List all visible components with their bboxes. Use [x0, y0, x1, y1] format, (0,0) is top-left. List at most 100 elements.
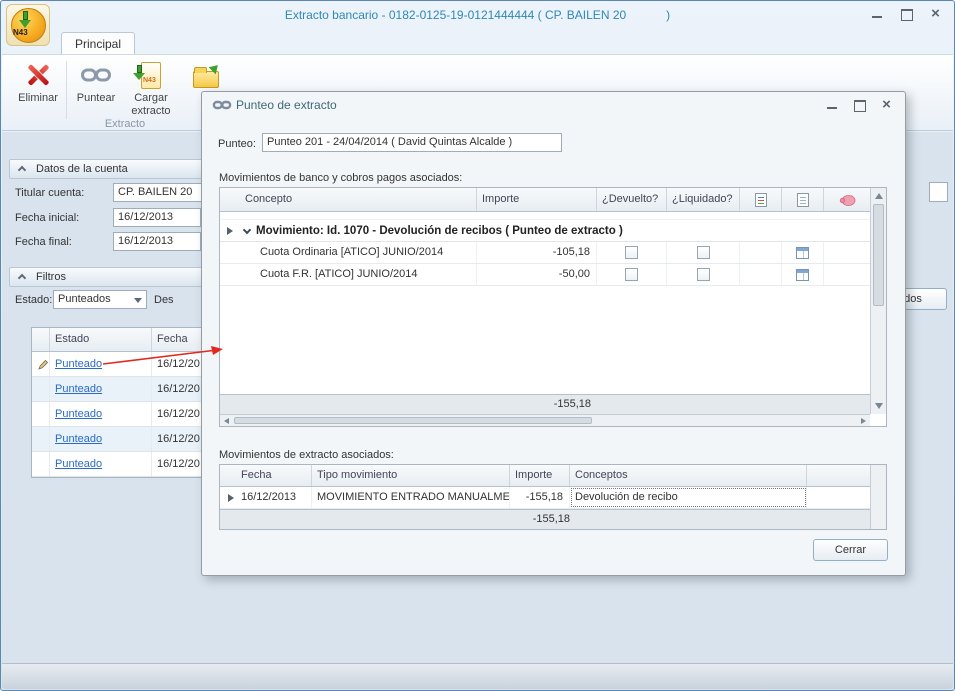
- row-indicator-header: [32, 328, 50, 351]
- punteado-link[interactable]: Punteado: [55, 383, 102, 395]
- table-row[interactable]: Cuota Ordinaria [ATICO] JUNIO/2014 -105,…: [220, 242, 870, 264]
- estado-select-value: Punteados: [58, 293, 111, 305]
- chain-link-icon: [80, 65, 112, 85]
- dropdown-arrow-icon: [134, 298, 142, 303]
- main-titlebar: Extracto bancario - 0182-0125-19-0121444…: [1, 1, 954, 29]
- column-header-report[interactable]: [740, 188, 782, 211]
- punteado-link[interactable]: Punteado: [55, 358, 102, 370]
- collapse-chevron-icon: [18, 274, 26, 282]
- column-header-fecha[interactable]: Fecha: [236, 465, 312, 486]
- column-header-tipo-movimiento[interactable]: Tipo movimiento: [312, 465, 510, 486]
- vertical-scrollbar[interactable]: [870, 465, 886, 529]
- punteado-link[interactable]: Punteado: [55, 433, 102, 445]
- tipo-movimiento-cell: MOVIMIENTO ENTRADO MANUALMENTE: [312, 487, 510, 508]
- horizontal-scrollbar[interactable]: [220, 414, 870, 426]
- estados-grid-header: Estado Fecha: [32, 328, 220, 352]
- movement-group-row[interactable]: Movimiento: Id. 1070 - Devolución de rec…: [220, 220, 870, 242]
- table-row[interactable]: Punteado 16/12/20: [32, 452, 220, 477]
- cargar-extracto-label: Cargar extracto: [131, 92, 170, 117]
- detail-table-icon[interactable]: [796, 269, 809, 281]
- column-header-liquidado[interactable]: ¿Liquidado?: [667, 188, 740, 211]
- column-header-concepto[interactable]: Concepto: [240, 188, 477, 211]
- collapse-chevron-icon: [18, 166, 26, 174]
- column-header-estado[interactable]: Estado: [50, 328, 152, 351]
- close-icon[interactable]: ×: [880, 99, 893, 111]
- punteado-link[interactable]: Punteado: [55, 458, 102, 470]
- table-row[interactable]: Punteado 16/12/20: [32, 352, 220, 377]
- column-header-receipts[interactable]: [824, 188, 870, 211]
- scrollbar-thumb[interactable]: [234, 417, 592, 424]
- status-bar: [2, 663, 953, 689]
- table-row[interactable]: Punteado 16/12/20: [32, 427, 220, 452]
- puntear-button[interactable]: Puntear: [70, 58, 122, 120]
- n43-logo-text: N43: [13, 28, 28, 37]
- app-menu-button[interactable]: N43: [6, 4, 50, 46]
- piggy-bank-icon: [839, 194, 856, 206]
- report-icon: [755, 193, 767, 207]
- column-header-importe[interactable]: Importe: [510, 465, 570, 486]
- row-marker-icon: [227, 227, 233, 235]
- close-icon[interactable]: ×: [929, 8, 942, 20]
- delete-x-icon: [25, 62, 51, 88]
- table-row[interactable]: Punteado 16/12/20: [32, 377, 220, 402]
- table-row[interactable]: Cuota F.R. [ATICO] JUNIO/2014 -50,00: [220, 264, 870, 286]
- minimize-icon[interactable]: [871, 8, 884, 20]
- column-header-devuelto[interactable]: ¿Devuelto?: [597, 188, 667, 211]
- panel-header-filtros[interactable]: Filtros: [9, 267, 219, 287]
- cargar-extracto-button[interactable]: N43 Cargar extracto: [124, 58, 178, 120]
- fecha-final-field[interactable]: 16/12/2013: [113, 232, 201, 251]
- scroll-up-icon[interactable]: [875, 193, 883, 199]
- chain-link-icon: [212, 99, 232, 111]
- column-header-importe[interactable]: Importe: [477, 188, 597, 211]
- table-row[interactable]: 16/12/2013 MOVIMIENTO ENTRADO MANUALMENT…: [220, 487, 870, 509]
- dialog-controls: ×: [826, 99, 893, 111]
- maximize-icon[interactable]: [853, 99, 866, 111]
- liquidado-checkbox[interactable]: [697, 268, 710, 281]
- window-controls: ×: [871, 8, 942, 20]
- tab-principal[interactable]: Principal: [61, 32, 135, 54]
- importe-cell: -105,18: [477, 242, 597, 263]
- scroll-down-icon[interactable]: [875, 403, 883, 409]
- document-icon: [797, 193, 809, 207]
- estado-select[interactable]: Punteados: [53, 290, 147, 309]
- bank-grid-caption: Movimientos de banco y cobros pagos asoc…: [219, 172, 462, 184]
- scroll-right-icon[interactable]: [861, 418, 866, 424]
- devuelto-checkbox[interactable]: [625, 246, 638, 259]
- detail-table-icon[interactable]: [796, 247, 809, 259]
- conceptos-cell[interactable]: Devolución de recibo: [570, 487, 807, 508]
- row-marker-icon: [228, 494, 234, 502]
- punteo-dialog: Punteo de extracto × Punteo: Punteo 201 …: [201, 91, 906, 576]
- devuelto-checkbox[interactable]: [625, 268, 638, 281]
- partial-right-field: [929, 182, 948, 202]
- fecha-inicial-label: Fecha inicial:: [15, 212, 79, 224]
- extract-grid-total: -155,18: [512, 510, 576, 530]
- fecha-cell: 16/12/2013: [236, 487, 312, 508]
- puntear-label: Puntear: [77, 92, 116, 104]
- vertical-scrollbar[interactable]: [870, 188, 886, 414]
- scrollbar-thumb[interactable]: [873, 204, 884, 306]
- column-header-filler: [807, 465, 870, 486]
- fecha-inicial-field[interactable]: 16/12/2013: [113, 208, 201, 227]
- punteo-field[interactable]: Punteo 201 - 24/04/2014 ( David Quintas …: [262, 133, 562, 152]
- eliminar-button[interactable]: Eliminar: [12, 58, 64, 120]
- row-indicator-header: [220, 465, 236, 486]
- punteo-label: Punteo:: [218, 138, 256, 150]
- concepto-cell: Cuota F.R. [ATICO] JUNIO/2014: [240, 264, 477, 285]
- eliminar-label: Eliminar: [18, 92, 58, 104]
- fecha-final-label: Fecha final:: [15, 236, 72, 248]
- table-row[interactable]: Punteado 16/12/20: [32, 402, 220, 427]
- punteado-link[interactable]: Punteado: [55, 408, 102, 420]
- cerrar-button[interactable]: Cerrar: [813, 539, 888, 561]
- column-header-conceptos[interactable]: Conceptos: [570, 465, 807, 486]
- scroll-left-icon[interactable]: [224, 418, 229, 424]
- maximize-icon[interactable]: [900, 8, 913, 20]
- bank-grid: Concepto Importe ¿Devuelto? ¿Liquidado?: [219, 187, 887, 427]
- main-window: Extracto bancario - 0182-0125-19-0121444…: [0, 0, 955, 691]
- estados-grid: Estado Fecha Punteado 16/12/20 Punteado …: [31, 327, 221, 478]
- liquidado-checkbox[interactable]: [697, 246, 710, 259]
- group-row-label: Movimiento: Id. 1070 - Devolución de rec…: [256, 225, 623, 237]
- minimize-icon[interactable]: [826, 99, 839, 111]
- column-header-document[interactable]: [782, 188, 824, 211]
- dialog-titlebar: Punteo de extracto ×: [202, 92, 905, 118]
- panel-header-datos-cuenta[interactable]: Datos de la cuenta: [9, 159, 219, 179]
